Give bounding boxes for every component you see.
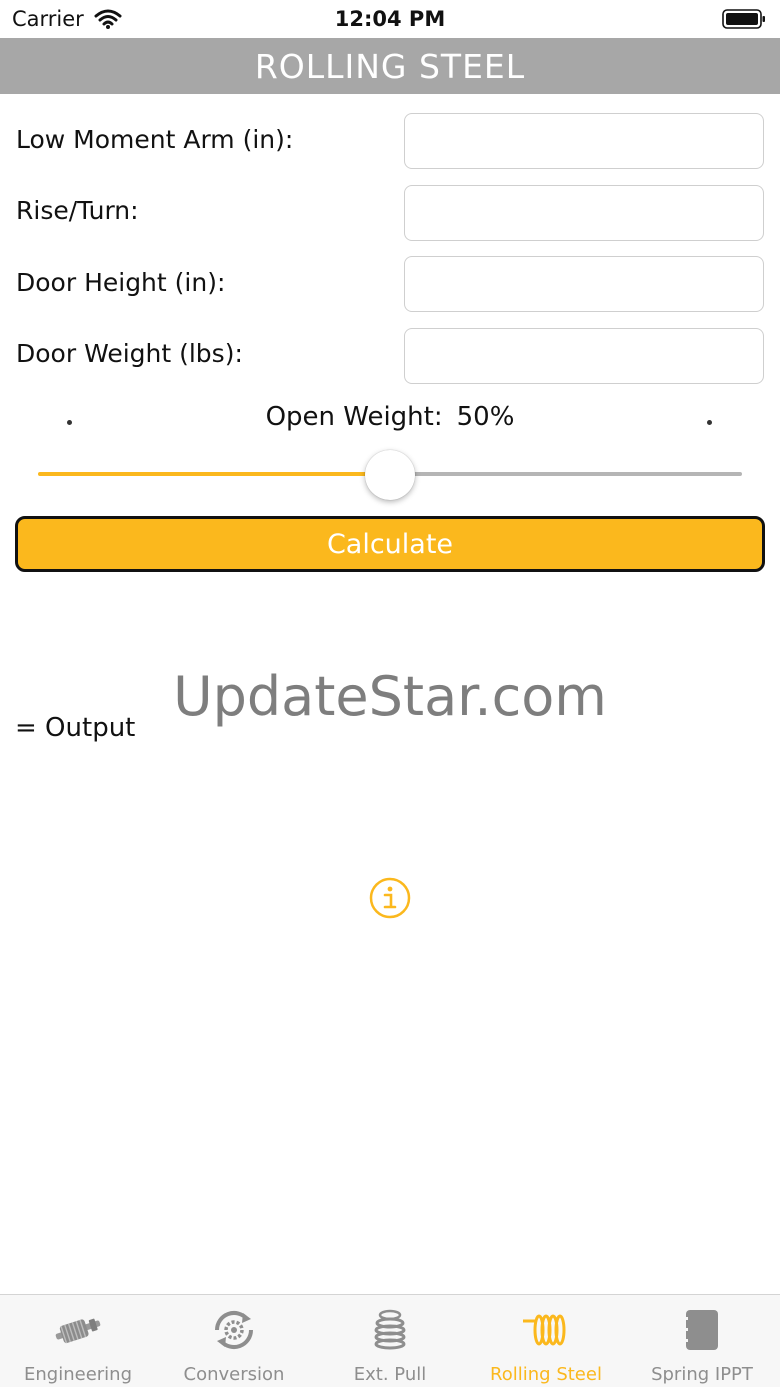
- tab-conversion[interactable]: Conversion: [156, 1295, 312, 1387]
- tab-rolling-steel[interactable]: Rolling Steel: [468, 1295, 624, 1387]
- door-height-label: Door Height (in):: [16, 268, 226, 297]
- tab-engineering[interactable]: Engineering: [0, 1295, 156, 1387]
- torsion-spring-icon: [523, 1314, 566, 1346]
- tab-label-spring-ippt: Spring IPPT: [651, 1364, 753, 1385]
- tab-label-ext-pull: Ext. Pull: [353, 1364, 427, 1385]
- open-weight-label: Open Weight:: [265, 402, 443, 432]
- tab-bar: Engineering Conversion Ext. Pull Rolling…: [0, 1294, 780, 1387]
- door-weight-label: Door Weight (lbs):: [16, 339, 243, 368]
- low-moment-arm-label: Low Moment Arm (in):: [16, 125, 294, 154]
- tab-label-conversion: Conversion: [183, 1364, 285, 1385]
- status-bar: Carrier 12:04 PM: [0, 0, 780, 38]
- rise-turn-field[interactable]: [404, 185, 764, 241]
- spring-shaft-icon: [55, 1318, 101, 1344]
- slider-thumb[interactable]: [365, 450, 415, 500]
- tab-label-rolling-steel: Rolling Steel: [490, 1364, 602, 1385]
- clock: 12:04 PM: [334, 7, 446, 31]
- tab-ext-pull[interactable]: Ext. Pull: [312, 1295, 468, 1387]
- nav-bar: ROLLING STEEL: [0, 38, 780, 94]
- battery-icon: [722, 9, 765, 29]
- open-weight-value: 50%: [456, 402, 515, 432]
- notebook-icon: [684, 1310, 718, 1350]
- slider-track-empty: [390, 472, 742, 476]
- door-height-field[interactable]: [404, 256, 764, 312]
- low-moment-arm-field[interactable]: [404, 113, 764, 169]
- tab-label-engineering: Engineering: [24, 1364, 132, 1385]
- open-weight-readout: Open Weight: 50%: [0, 402, 780, 432]
- door-weight-field[interactable]: [404, 328, 764, 384]
- gear-cycle-icon: [214, 1310, 254, 1350]
- slider-track-filled: [38, 472, 390, 476]
- tab-spring-ippt[interactable]: Spring IPPT: [624, 1295, 780, 1387]
- rise-turn-label: Rise/Turn:: [16, 196, 139, 225]
- output-label: = Output: [15, 713, 136, 743]
- page-title: ROLLING STEEL: [254, 46, 526, 86]
- coil-stack-icon: [374, 1309, 406, 1350]
- calculate-button[interactable]: Calculate: [15, 516, 765, 572]
- open-weight-slider[interactable]: [38, 450, 742, 500]
- info-icon[interactable]: [369, 877, 411, 919]
